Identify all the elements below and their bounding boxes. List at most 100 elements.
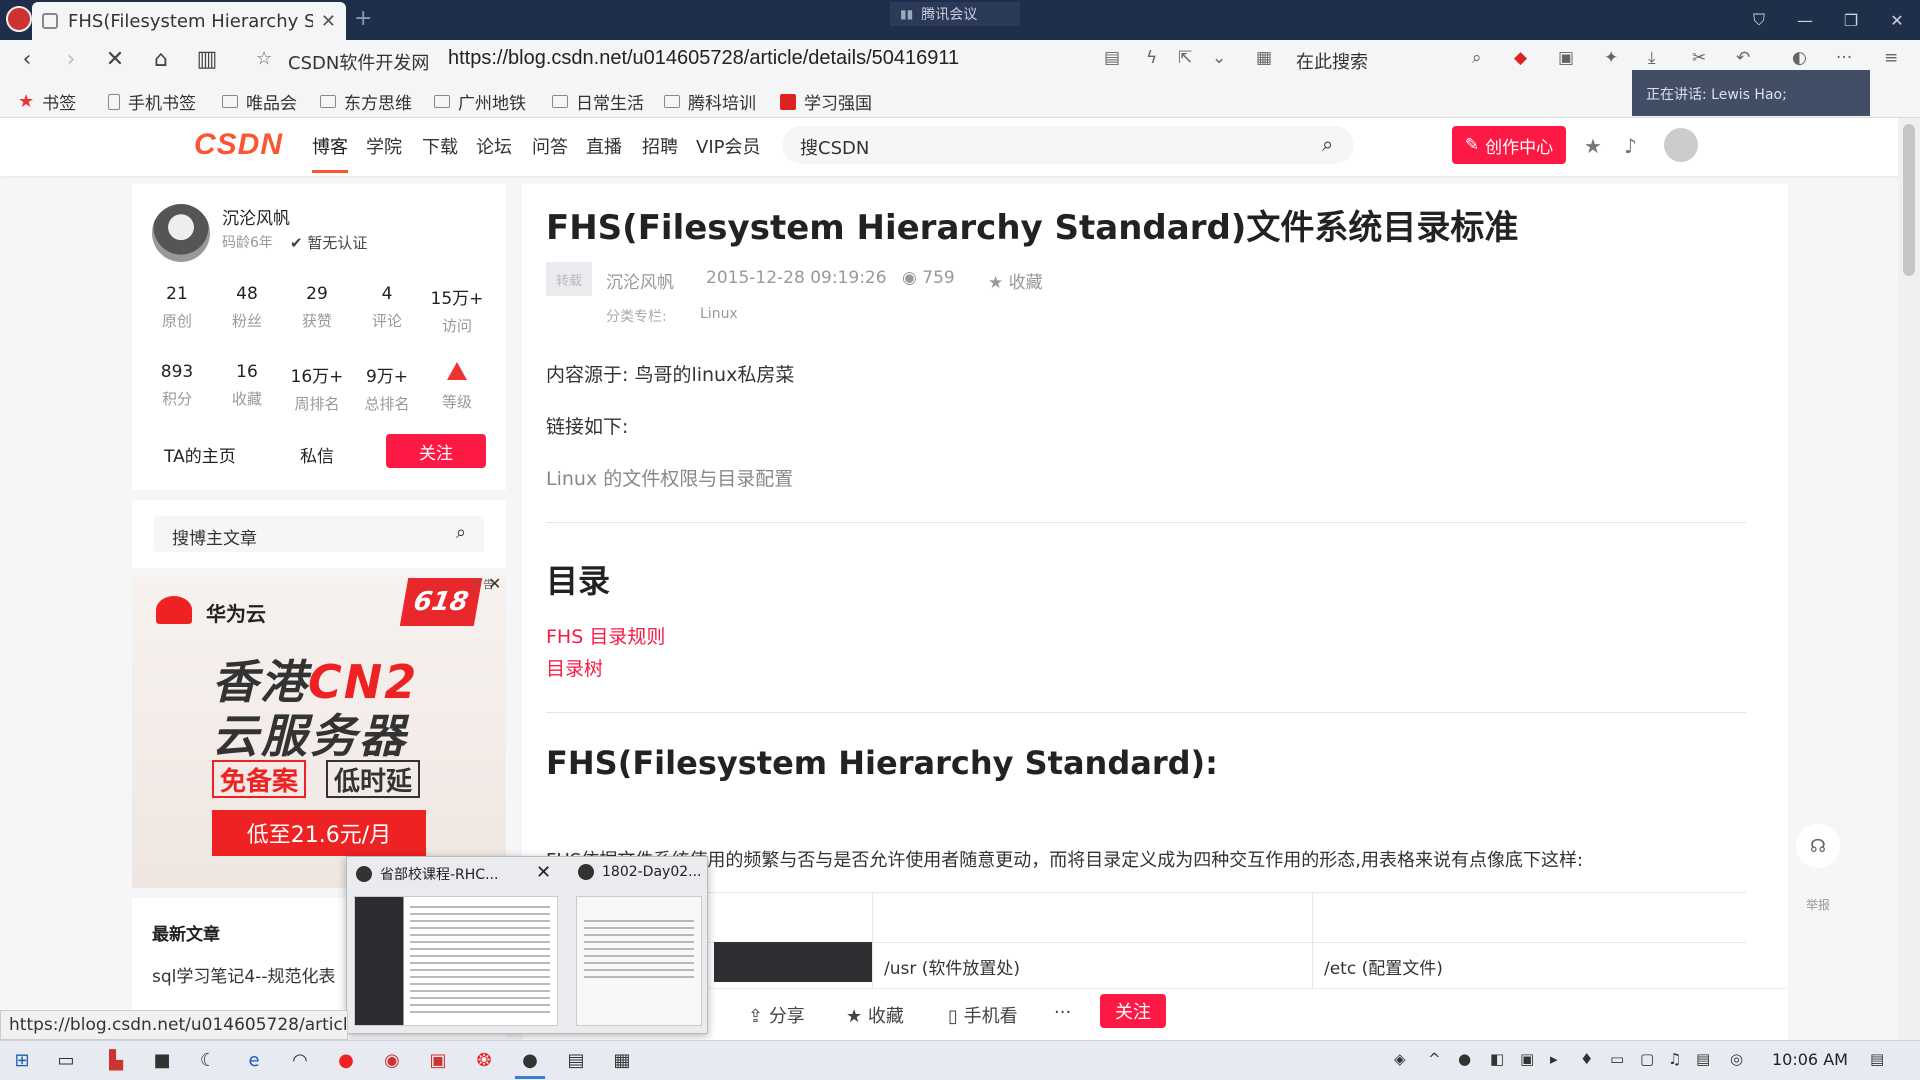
stat-level[interactable]: 等级 [422,362,492,412]
tray-app-icon[interactable]: ◎ [1730,1050,1743,1068]
edge-icon[interactable]: e [242,1048,266,1072]
toolbar-follow-button[interactable]: 关注 [1100,994,1166,1028]
author-avatar[interactable] [152,204,210,262]
nav-college[interactable]: 学院 [366,133,402,159]
lightning-icon[interactable]: ϟ [1146,48,1157,68]
customer-service-icon[interactable]: ☊ [1796,824,1840,868]
keyboard-icon[interactable]: ▤ [1696,1050,1710,1068]
mobile-view-button[interactable]: ▯ 手机看 [948,1002,1018,1028]
new-tab-icon[interactable]: + [354,6,372,31]
bookmark-root[interactable]: ★ 书签 [18,89,76,114]
article-author[interactable]: 沉沦风帆 [606,268,674,293]
tray-app-icon[interactable]: ▣ [1520,1050,1534,1068]
windows-start-icon[interactable]: ⊞ [10,1048,34,1072]
translate-icon[interactable]: ▣ [1558,48,1574,68]
system-clock[interactable]: 10:06 AM [1772,1050,1848,1069]
csdn-logo[interactable]: CSDN [194,128,283,162]
battery-icon[interactable]: ▭ [1610,1050,1624,1068]
chevron-up-icon[interactable]: ^ [1428,1050,1441,1068]
bookmark-folder[interactable]: 腾科培训 [664,89,756,114]
collect-link[interactable]: ★ 收藏 [988,268,1043,293]
ad-price-button[interactable]: 低至21.6元/月 [212,810,426,856]
extension-icon[interactable]: ✦ [1604,48,1618,68]
notification-icon[interactable]: ▤ [1870,1050,1884,1068]
app-icon[interactable]: ▤ [564,1048,588,1072]
tray-app-icon[interactable]: ◈ [1394,1050,1406,1068]
shirt-icon[interactable]: ⛉ [1736,0,1782,40]
author-home-link[interactable]: TA的主页 [164,442,236,467]
forward-icon[interactable]: › [56,44,86,74]
toc-item-fhs-rules[interactable]: FHS 目录规则 [546,622,665,649]
stat-total-rank[interactable]: 9万+ 总排名 [352,362,422,414]
more-icon[interactable]: ··· [1836,48,1852,68]
search-icon[interactable]: ⌕ [1322,132,1333,156]
bookmark-mobile[interactable]: 手机书签 [108,89,196,114]
report-button[interactable]: 举报 [1796,896,1840,913]
create-center-button[interactable]: ✎ 创作中心 [1452,126,1566,164]
stat-comments[interactable]: 4 评论 [352,284,422,331]
more-button[interactable]: ··· [1054,1002,1071,1023]
browser-tab[interactable]: FHS(Filesystem Hierarchy Sta ✕ [32,2,346,40]
collect-button[interactable]: ★ 收藏 [846,1002,904,1028]
tray-app-icon[interactable]: ▸ [1550,1050,1558,1068]
menu-icon[interactable]: ≡ [1884,48,1898,68]
stat-collect[interactable]: 16 收藏 [212,362,282,409]
url-input[interactable]: https://blog.csdn.net/u014605728/article… [448,47,959,70]
star-icon[interactable]: ★ [1584,134,1602,158]
restore-icon[interactable]: ❐ [1828,0,1874,40]
nav-forum[interactable]: 论坛 [476,133,512,159]
app-icon[interactable]: ■ [150,1048,174,1072]
author-name[interactable]: 沉沦风帆 [222,204,290,229]
app-icon[interactable]: ◠ [288,1048,312,1072]
search-engine-icon[interactable]: ▦ [1256,48,1272,68]
thumbnail-title-1[interactable]: 省部校课程-RHC... [356,864,498,884]
tray-app-icon[interactable]: ◧ [1490,1050,1504,1068]
user-avatar[interactable] [1664,128,1698,162]
ad-close-icon[interactable]: ✕ [488,574,501,593]
microphone-icon[interactable]: ♦ [1580,1050,1593,1068]
bookmark-xuexi[interactable]: 学习强国 [780,89,872,114]
home-icon[interactable]: ⌂ [146,44,176,74]
nav-qa[interactable]: 问答 [532,133,568,159]
app-icon[interactable]: ▣ [426,1048,450,1072]
bell-icon[interactable]: ♪ [1624,134,1637,158]
stat-fans[interactable]: 48 粉丝 [212,284,282,331]
share-button[interactable]: ⇪ 分享 [748,1002,805,1028]
reference-link[interactable]: Linux 的文件权限与目录配置 [546,464,793,491]
app-icon[interactable]: ▦ [610,1048,634,1072]
undo-icon[interactable]: ↶ [1736,48,1750,68]
nav-live[interactable]: 直播 [586,133,622,159]
bookmark-folder[interactable]: 日常生活 [552,89,644,114]
game-icon[interactable]: ◆ [1514,48,1527,68]
back-icon[interactable]: ‹ [12,44,42,74]
browser-logo-icon[interactable] [6,6,32,32]
cut-icon[interactable]: ✂ [1692,48,1706,68]
tray-app-icon[interactable]: ● [1458,1050,1471,1068]
volume-icon[interactable]: ♫ [1668,1050,1681,1068]
close-icon[interactable]: ✕ [1874,0,1920,40]
app-icon[interactable]: ▙ [104,1048,128,1072]
stat-original[interactable]: 21 原创 [142,284,212,331]
bookmark-folder[interactable]: 广州地铁 [434,89,526,114]
category-tag[interactable]: Linux [700,306,738,322]
bookmark-folder[interactable]: 东方思维 [320,89,412,114]
meeting-window[interactable]: ▮▮ 腾讯会议 [890,2,1020,26]
app-icon[interactable]: ● [334,1048,358,1072]
nav-blog[interactable]: 博客 [312,133,348,159]
stat-points[interactable]: 893 积分 [142,362,212,409]
dropdown-icon[interactable]: ⌄ [1212,48,1226,68]
thumbnail-close-icon[interactable]: ✕ [536,862,551,883]
scrollbar-thumb[interactable] [1903,124,1915,276]
night-mode-icon[interactable]: ◐ [1792,48,1807,68]
stat-week-rank[interactable]: 16万+ 周排名 [282,362,352,414]
nav-download[interactable]: 下载 [422,133,458,159]
message-link[interactable]: 私信 [300,442,334,467]
thumbnail-title-2[interactable]: 1802-Day02... [578,864,702,880]
task-view-icon[interactable]: ▭ [54,1048,78,1072]
stop-icon[interactable]: ✕ [100,44,130,74]
search-icon[interactable]: ⌕ [456,522,466,543]
bookmark-star-icon[interactable]: ☆ [256,48,272,69]
nav-jobs[interactable]: 招聘 [642,133,678,159]
read-mode-icon[interactable]: ▤ [1104,48,1120,68]
stat-likes[interactable]: 29 获赞 [282,284,352,331]
